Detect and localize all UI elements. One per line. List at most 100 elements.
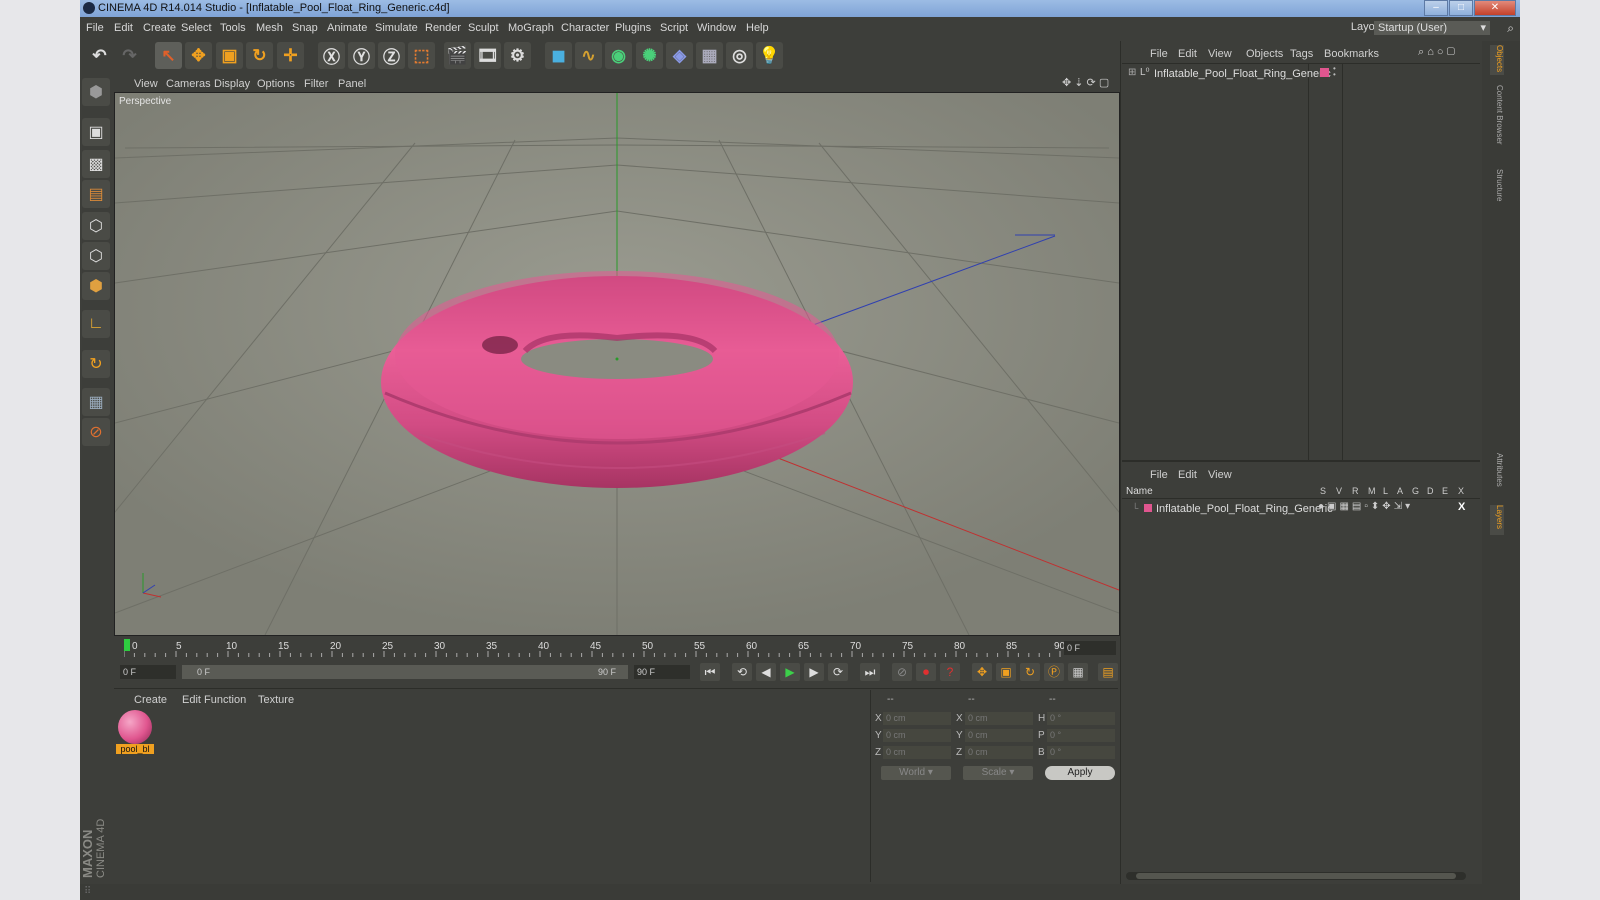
horizontal-scrollbar[interactable] — [1126, 872, 1466, 880]
position-z-field[interactable]: 0 cm — [883, 746, 951, 759]
material-swatch[interactable]: pool_bl — [116, 710, 154, 758]
rotation-b-field[interactable]: 0 ° — [1047, 746, 1115, 759]
move-tool-icon[interactable]: ✥ — [185, 42, 212, 69]
menu-window[interactable]: Window — [697, 22, 736, 34]
size-x-field[interactable]: 0 cm — [965, 712, 1033, 725]
key-position-icon[interactable]: ✥ — [972, 663, 992, 681]
expand-icon[interactable]: ⊞ — [1128, 67, 1136, 78]
menu-tools[interactable]: Tools — [220, 22, 246, 34]
key-scale-icon[interactable]: ▣ — [996, 663, 1016, 681]
render-picture-viewer-icon[interactable]: 🎞 — [474, 42, 501, 69]
objects-menu-tags[interactable]: Tags — [1290, 48, 1313, 60]
menu-select[interactable]: Select — [181, 22, 212, 34]
viewport-menu-options[interactable]: Options — [257, 78, 295, 90]
layers-menu-file[interactable]: File — [1150, 469, 1168, 481]
edges-mode-icon[interactable]: ⬡ — [82, 242, 110, 270]
menu-animate[interactable]: Animate — [327, 22, 367, 34]
timeline-layout-icon[interactable]: ▤ — [1098, 663, 1118, 681]
previous-frame-icon[interactable]: ◀ — [756, 663, 776, 681]
floor-icon[interactable]: ▦ — [696, 42, 723, 69]
layer-flag-toggles[interactable]: ●▣▦▤▫⬍✥⇲▾ — [1318, 501, 1413, 512]
z-axis-lock-icon[interactable]: Ⓩ — [378, 42, 405, 69]
tab-attributes[interactable]: Attributes — [1490, 453, 1504, 497]
visibility-dots-icon[interactable]: • • — [1333, 65, 1336, 79]
pool-float-torus[interactable] — [381, 271, 853, 488]
viewport-menu-panel[interactable]: Panel — [338, 78, 366, 90]
objects-menu-file[interactable]: File — [1150, 48, 1168, 60]
tab-structure[interactable]: Structure — [1490, 169, 1504, 213]
menu-simulate[interactable]: Simulate — [375, 22, 418, 34]
material-menu-create[interactable]: Create — [134, 694, 167, 706]
redo-icon[interactable]: ↷ — [116, 42, 143, 69]
size-mode-dropdown[interactable]: Scale ▾ — [963, 766, 1033, 780]
object-row[interactable]: ⊞ L⁰ Inflatable_Pool_Float_Ring_Generic … — [1126, 65, 1456, 81]
menu-file[interactable]: File — [86, 22, 104, 34]
layer-color-swatch[interactable] — [1144, 504, 1152, 512]
position-x-field[interactable]: 0 cm — [883, 712, 951, 725]
render-settings-icon[interactable]: ⚙ — [504, 42, 531, 69]
nurbs-icon[interactable]: ◉ — [605, 42, 632, 69]
rotate-tool-icon[interactable]: ↻ — [246, 42, 273, 69]
scale-tool-icon[interactable]: ▣ — [216, 42, 243, 69]
menu-sculpt[interactable]: Sculpt — [468, 22, 499, 34]
coordinate-system-icon[interactable]: ⬚ — [408, 42, 435, 69]
axis-mode-icon[interactable]: ∟ — [82, 310, 110, 338]
go-to-start-icon[interactable]: ⏮ — [700, 663, 720, 681]
keyframe-help-icon[interactable]: ? — [940, 663, 960, 681]
layer-xref-icon[interactable]: X — [1458, 501, 1465, 513]
apply-button[interactable]: Apply — [1045, 766, 1115, 780]
menu-render[interactable]: Render — [425, 22, 461, 34]
autokey-icon[interactable]: ⏺ — [916, 663, 936, 681]
menu-mograph[interactable]: MoGraph — [508, 22, 554, 34]
objects-menu-objects[interactable]: Objects — [1246, 48, 1283, 60]
menu-edit[interactable]: Edit — [114, 22, 133, 34]
camera-icon[interactable]: ◎ — [726, 42, 753, 69]
minimize-button[interactable]: – — [1424, 0, 1448, 16]
position-y-field[interactable]: 0 cm — [883, 729, 951, 742]
start-frame-field[interactable]: 0 F — [120, 665, 176, 679]
tab-content-browser[interactable]: Content Browser — [1490, 85, 1504, 163]
end-frame-field[interactable]: 90 F — [634, 665, 690, 679]
current-frame-field[interactable]: 0 F — [1064, 641, 1116, 655]
rotation-h-field[interactable]: 0 ° — [1047, 712, 1115, 725]
go-to-end-icon[interactable]: ⏭ — [860, 663, 880, 681]
close-button[interactable]: ✕ — [1474, 0, 1516, 16]
render-view-icon[interactable]: 🎬 — [444, 42, 471, 69]
menu-snap[interactable]: Snap — [292, 22, 318, 34]
objects-menu-view[interactable]: View — [1208, 48, 1232, 60]
select-tool-icon[interactable]: ↖ — [155, 42, 182, 69]
viewport-menu-cameras[interactable]: Cameras — [166, 78, 211, 90]
texture-mode-icon[interactable]: ▩ — [82, 150, 110, 178]
x-axis-lock-icon[interactable]: Ⓧ — [318, 42, 345, 69]
light-icon[interactable]: 💡 — [756, 42, 783, 69]
maximize-button[interactable]: □ — [1449, 0, 1473, 16]
size-z-field[interactable]: 0 cm — [965, 746, 1033, 759]
array-icon[interactable]: ✺ — [636, 42, 663, 69]
key-pla-icon[interactable]: ▦ — [1068, 663, 1088, 681]
search-icon[interactable]: ⌕ — [1507, 21, 1514, 36]
menu-character[interactable]: Character — [561, 22, 609, 34]
scrollbar-thumb[interactable] — [1136, 873, 1456, 879]
menu-mesh[interactable]: Mesh — [256, 22, 283, 34]
layer-color-tag[interactable] — [1320, 68, 1329, 77]
material-menu-texture[interactable]: Texture — [258, 694, 294, 706]
layers-menu-edit[interactable]: Edit — [1178, 469, 1197, 481]
size-y-field[interactable]: 0 cm — [965, 729, 1033, 742]
material-menu-function[interactable]: Function — [204, 694, 246, 706]
tweak-mode-icon[interactable]: ↻ — [82, 350, 110, 378]
objects-menu-bookmarks[interactable]: Bookmarks — [1324, 48, 1379, 60]
next-frame-icon[interactable]: ▶ — [804, 663, 824, 681]
workplane-icon[interactable]: ▤ — [82, 180, 110, 208]
points-mode-icon[interactable]: ⬡ — [82, 212, 110, 240]
undo-icon[interactable]: ↶ — [86, 42, 113, 69]
coordinate-mode-dropdown[interactable]: World ▾ — [881, 766, 951, 780]
timeline-ruler[interactable]: 0 5 10 15 20 25 30 35 40 45 50 55 60 65 … — [114, 637, 1118, 659]
y-axis-lock-icon[interactable]: Ⓨ — [348, 42, 375, 69]
lock-workplane-icon[interactable]: ⊘ — [82, 418, 110, 446]
rotation-p-field[interactable]: 0 ° — [1047, 729, 1115, 742]
viewport-menu-view[interactable]: View — [134, 78, 158, 90]
spline-icon[interactable]: ∿ — [575, 42, 602, 69]
viewport-menu-filter[interactable]: Filter — [304, 78, 328, 90]
key-param-icon[interactable]: Ⓟ — [1044, 663, 1064, 681]
menu-help[interactable]: Help — [746, 22, 769, 34]
